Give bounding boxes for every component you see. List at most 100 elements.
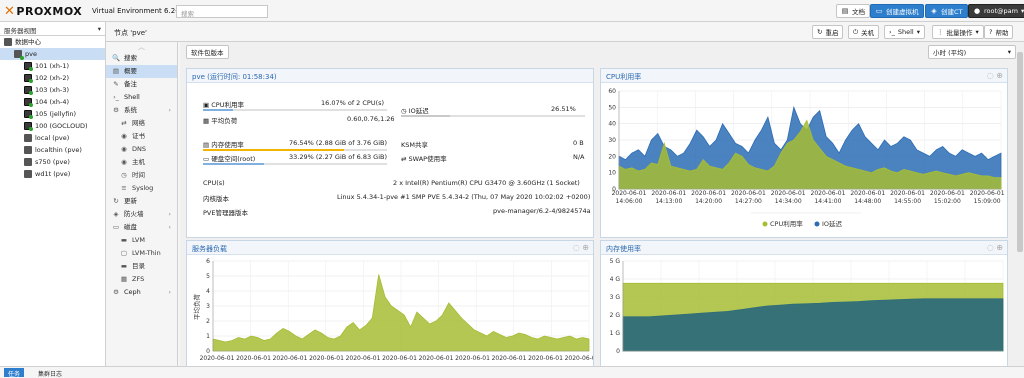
menu-item-label: 目录: [132, 262, 145, 270]
tree-item[interactable]: 103 (xh-3): [0, 84, 105, 96]
io-delay-bar-fill: [401, 115, 450, 117]
x-tick-label: 2020-06-01: [455, 355, 490, 362]
user-label: root@pam: [984, 7, 1018, 15]
menu-item[interactable]: ▬ LVM: [106, 234, 177, 247]
view-selector[interactable]: 服务器视图 ▾: [0, 22, 105, 36]
load-chart-panel: 服务器负载 ◌ ⊕ 0 1 2 3 4 5 6 平均负荷 2020-06-01 2020-06-01…: [186, 240, 594, 368]
tree-item[interactable]: 105 (jellyfin): [0, 108, 105, 120]
menu-item[interactable]: ◉ 证书: [106, 130, 177, 143]
cpu-chart-header: CPU利用率 ◌ ⊕: [601, 69, 1007, 83]
menu-item-label: 网络: [132, 119, 145, 127]
y-tick-label: 6: [206, 258, 210, 265]
x-tick-label: 2020-06-01: [200, 355, 235, 362]
x-tick-label: 2020-06-01: [930, 190, 965, 197]
menu-item-label: 备注: [124, 80, 137, 88]
menu-item-icon: ◉: [121, 158, 127, 166]
menu-item[interactable]: ◉ 主机: [106, 156, 177, 169]
menu-item[interactable]: ✎ 备注: [106, 78, 177, 91]
menu-item[interactable]: ↻ 更新: [106, 195, 177, 208]
disk-space-label: ▭ 硬盘空间(root): [203, 153, 255, 163]
menu-item[interactable]: ⚙ Ceph ›: [106, 286, 177, 299]
cpus-value: 2 x Intel(R) Pentium(R) CPU G3470 @ 3.60…: [393, 179, 580, 187]
menu-item[interactable]: ▭ 磁盘 ›: [106, 221, 177, 234]
node-menu-items: 🔍 搜索 ▤ 概要 ✎ 备注 ›_ Shell ⚙ 系统 › ⇄ 网络 ◉ 证书 ◉ DNS ◉ 主机 ◷ 时间 ≡ Sys…: [106, 52, 177, 299]
ct-icon: [24, 110, 33, 119]
help-button[interactable]: ? 帮助: [984, 25, 1014, 39]
x-tick-label: 2020-06-01: [651, 190, 686, 197]
menu-item[interactable]: ◈ 防火墙 ›: [106, 208, 177, 221]
memory-usage-bar-fill: [203, 149, 344, 151]
menu-item[interactable]: ▤ 概要: [106, 65, 177, 78]
shell-button[interactable]: ›_ Shell ▾: [884, 25, 925, 39]
menu-item[interactable]: ›_ Shell: [106, 91, 177, 104]
view-selector-label: 服务器视图: [4, 27, 37, 35]
y-tick-label: 10: [608, 170, 616, 177]
tree-item[interactable]: 102 (xh-2): [0, 72, 105, 84]
package-versions-button[interactable]: 软件包版本: [186, 45, 229, 59]
menu-item[interactable]: ◉ DNS: [106, 143, 177, 156]
create-ct-button[interactable]: ◈ 创建CT: [925, 4, 968, 18]
cpu-chart: 01020304050602020-06-0114:06:002020-06-0…: [608, 88, 1005, 228]
menu-item[interactable]: ▦ ZFS: [106, 273, 177, 286]
menu-item[interactable]: ≡ Syslog: [106, 182, 177, 195]
tree-item[interactable]: pve: [0, 48, 105, 60]
menu-item-icon: ▬: [120, 236, 128, 244]
vm-off-icon: [24, 122, 33, 131]
menu-item[interactable]: ▢ LVM-Thin: [106, 247, 177, 260]
io-delay-bar: [401, 115, 585, 117]
disk-space-label-text: 硬盘空间(root): [211, 155, 256, 163]
swap-usage-value: N/A: [573, 153, 585, 161]
tree-item[interactable]: 104 (xh-4): [0, 96, 105, 108]
bulk-label: 批量操作: [946, 29, 973, 37]
docs-button[interactable]: ▤ 文档: [836, 4, 870, 18]
shell-label: Shell: [897, 28, 914, 36]
create-vm-button[interactable]: ▭ 创建虚拟机: [870, 4, 924, 18]
node-title: 节点 'pve': [114, 29, 147, 37]
tree-item[interactable]: localthin (pve): [0, 144, 105, 156]
scrollbar-thumb[interactable]: [1017, 52, 1023, 252]
menu-item[interactable]: ▬ 目录: [106, 260, 177, 273]
tree-item[interactable]: s750 (pve): [0, 156, 105, 168]
menu-item-icon: ▦: [120, 275, 128, 283]
menu-item[interactable]: 🔍 搜索: [106, 52, 177, 65]
chevron-down-icon: ›: [168, 106, 171, 114]
search-input[interactable]: 搜索: [176, 5, 268, 18]
reset-zoom-icon[interactable]: ◌ ⊕: [987, 243, 1003, 252]
chevron-up-icon[interactable]: ︿: [106, 42, 177, 52]
bulk-actions-button[interactable]: ⋮ 批量操作 ▾: [932, 25, 984, 39]
proxmox-logo[interactable]: ✕ PROXMOX: [4, 4, 82, 19]
tree-item[interactable]: local (pve): [0, 132, 105, 144]
question-icon: ?: [989, 28, 993, 36]
kernel-label: 内核版本: [203, 195, 229, 203]
swap-icon: ⇄: [401, 155, 407, 163]
tree-item[interactable]: wd1t (pve): [0, 168, 105, 180]
content-scrollbar[interactable]: [1016, 42, 1024, 366]
chevron-down-icon: ▾: [916, 28, 920, 36]
timeframe-select[interactable]: 小时 (平均) ▾: [928, 45, 1016, 59]
x-tick-label: 2020-06-01: [528, 355, 563, 362]
docs-label: 文档: [852, 8, 865, 16]
legend-label: IO延迟: [822, 219, 843, 228]
user-menu-button[interactable]: ● root@pam ▾: [968, 4, 1024, 18]
status-node-name: pve: [192, 73, 205, 81]
reboot-button[interactable]: ↻ 重启: [812, 25, 844, 39]
menu-item-icon: ⚙: [113, 288, 119, 296]
timeframe-label: 小时 (平均): [933, 49, 967, 57]
tree-item[interactable]: 数据中心: [0, 36, 105, 48]
menu-item[interactable]: ⇄ 网络: [106, 117, 177, 130]
menu-item[interactable]: ⚙ 系统 ›: [106, 104, 177, 117]
shutdown-button[interactable]: ⏻ 关机: [848, 25, 880, 39]
node-icon: [14, 50, 24, 60]
node-menu: ︿ 🔍 搜索 ▤ 概要 ✎ 备注 ›_ Shell ⚙ 系统 › ⇄ 网络 ◉ 证书 ◉ DNS ◉ 主机 ◷ 时间 ≡ S…: [106, 42, 178, 366]
tree-item[interactable]: 100 (GOCLOUD): [0, 120, 105, 132]
y-tick-label: 2: [206, 318, 210, 325]
load-average-label-text: 平均负荷: [211, 117, 238, 125]
x-tick-label: 2020-06-01: [970, 190, 1005, 197]
pve-version-value: pve-manager/6.2-4/9824574a: [493, 207, 591, 215]
reset-zoom-icon[interactable]: ◌ ⊕: [573, 243, 589, 252]
reset-zoom-icon[interactable]: ◌ ⊕: [987, 71, 1003, 80]
menu-item[interactable]: ◷ 时间: [106, 169, 177, 182]
cpus-label: CPU(s): [203, 179, 225, 187]
menu-item-icon: ⚙: [113, 106, 119, 114]
tree-item[interactable]: 101 (xh-1): [0, 60, 105, 72]
